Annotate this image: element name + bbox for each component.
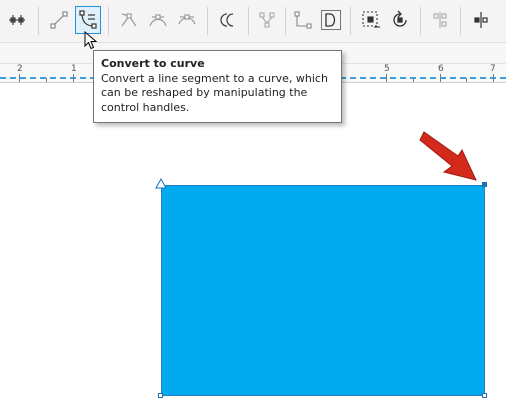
toolbar-separator [350,7,351,35]
reverse-direction-icon[interactable] [215,6,241,34]
ruler-tick [386,74,387,82]
reduce-nodes-icon[interactable] [4,6,30,34]
ruler-tick [413,78,414,82]
annotation-arrow-icon [419,131,477,181]
ruler-tick [73,74,74,82]
ruler-number: 1 [71,64,77,74]
tooltip-title: Convert to curve [101,57,205,70]
ruler-number: 6 [438,64,444,74]
curve-node[interactable] [482,393,487,398]
ruler-number: 7 [490,64,496,74]
curve-node[interactable] [158,393,163,398]
ruler-tick [19,74,20,82]
ruler-tick [46,78,47,82]
reflect-nodes-vertical-icon[interactable] [495,6,506,34]
toolbar-separator [460,7,461,35]
toolbar-separator [285,7,286,35]
symmetrical-node-icon[interactable] [174,6,200,34]
toolbar-separator [420,7,421,35]
cusp-node-icon[interactable] [116,6,142,34]
select-all-nodes-icon[interactable] [358,6,384,34]
toolbar-separator [248,7,249,35]
align-nodes-icon[interactable] [427,6,453,34]
toolbar-separator [108,7,109,35]
toolbar-separator [207,7,208,35]
convert-to-line-icon[interactable] [46,6,72,34]
start-node-triangle[interactable] [155,178,167,190]
ruler-number: 2 [17,64,23,74]
property-bar [0,0,506,43]
selected-rectangle-shape[interactable] [161,185,485,396]
break-curve-icon[interactable] [318,6,344,34]
rotate-nodes-icon[interactable] [387,6,413,34]
smooth-node-icon[interactable] [145,6,171,34]
reflect-nodes-horizontal-icon[interactable] [468,6,494,34]
tooltip: Convert to curve Convert a line segment … [93,50,342,123]
close-curve-icon[interactable] [290,6,316,34]
tooltip-description: Convert a line segment to a curve, which… [101,71,328,114]
toolbar-separator [38,7,39,35]
ruler-tick [466,78,467,82]
selected-node[interactable] [482,182,487,187]
extend-curve-to-close-icon[interactable] [254,6,280,34]
mouse-cursor-icon [84,31,98,50]
ruler-tick [493,74,494,82]
ruler-number: 5 [384,64,390,74]
ruler-tick [440,74,441,82]
convert-to-curve-button[interactable] [75,6,101,34]
